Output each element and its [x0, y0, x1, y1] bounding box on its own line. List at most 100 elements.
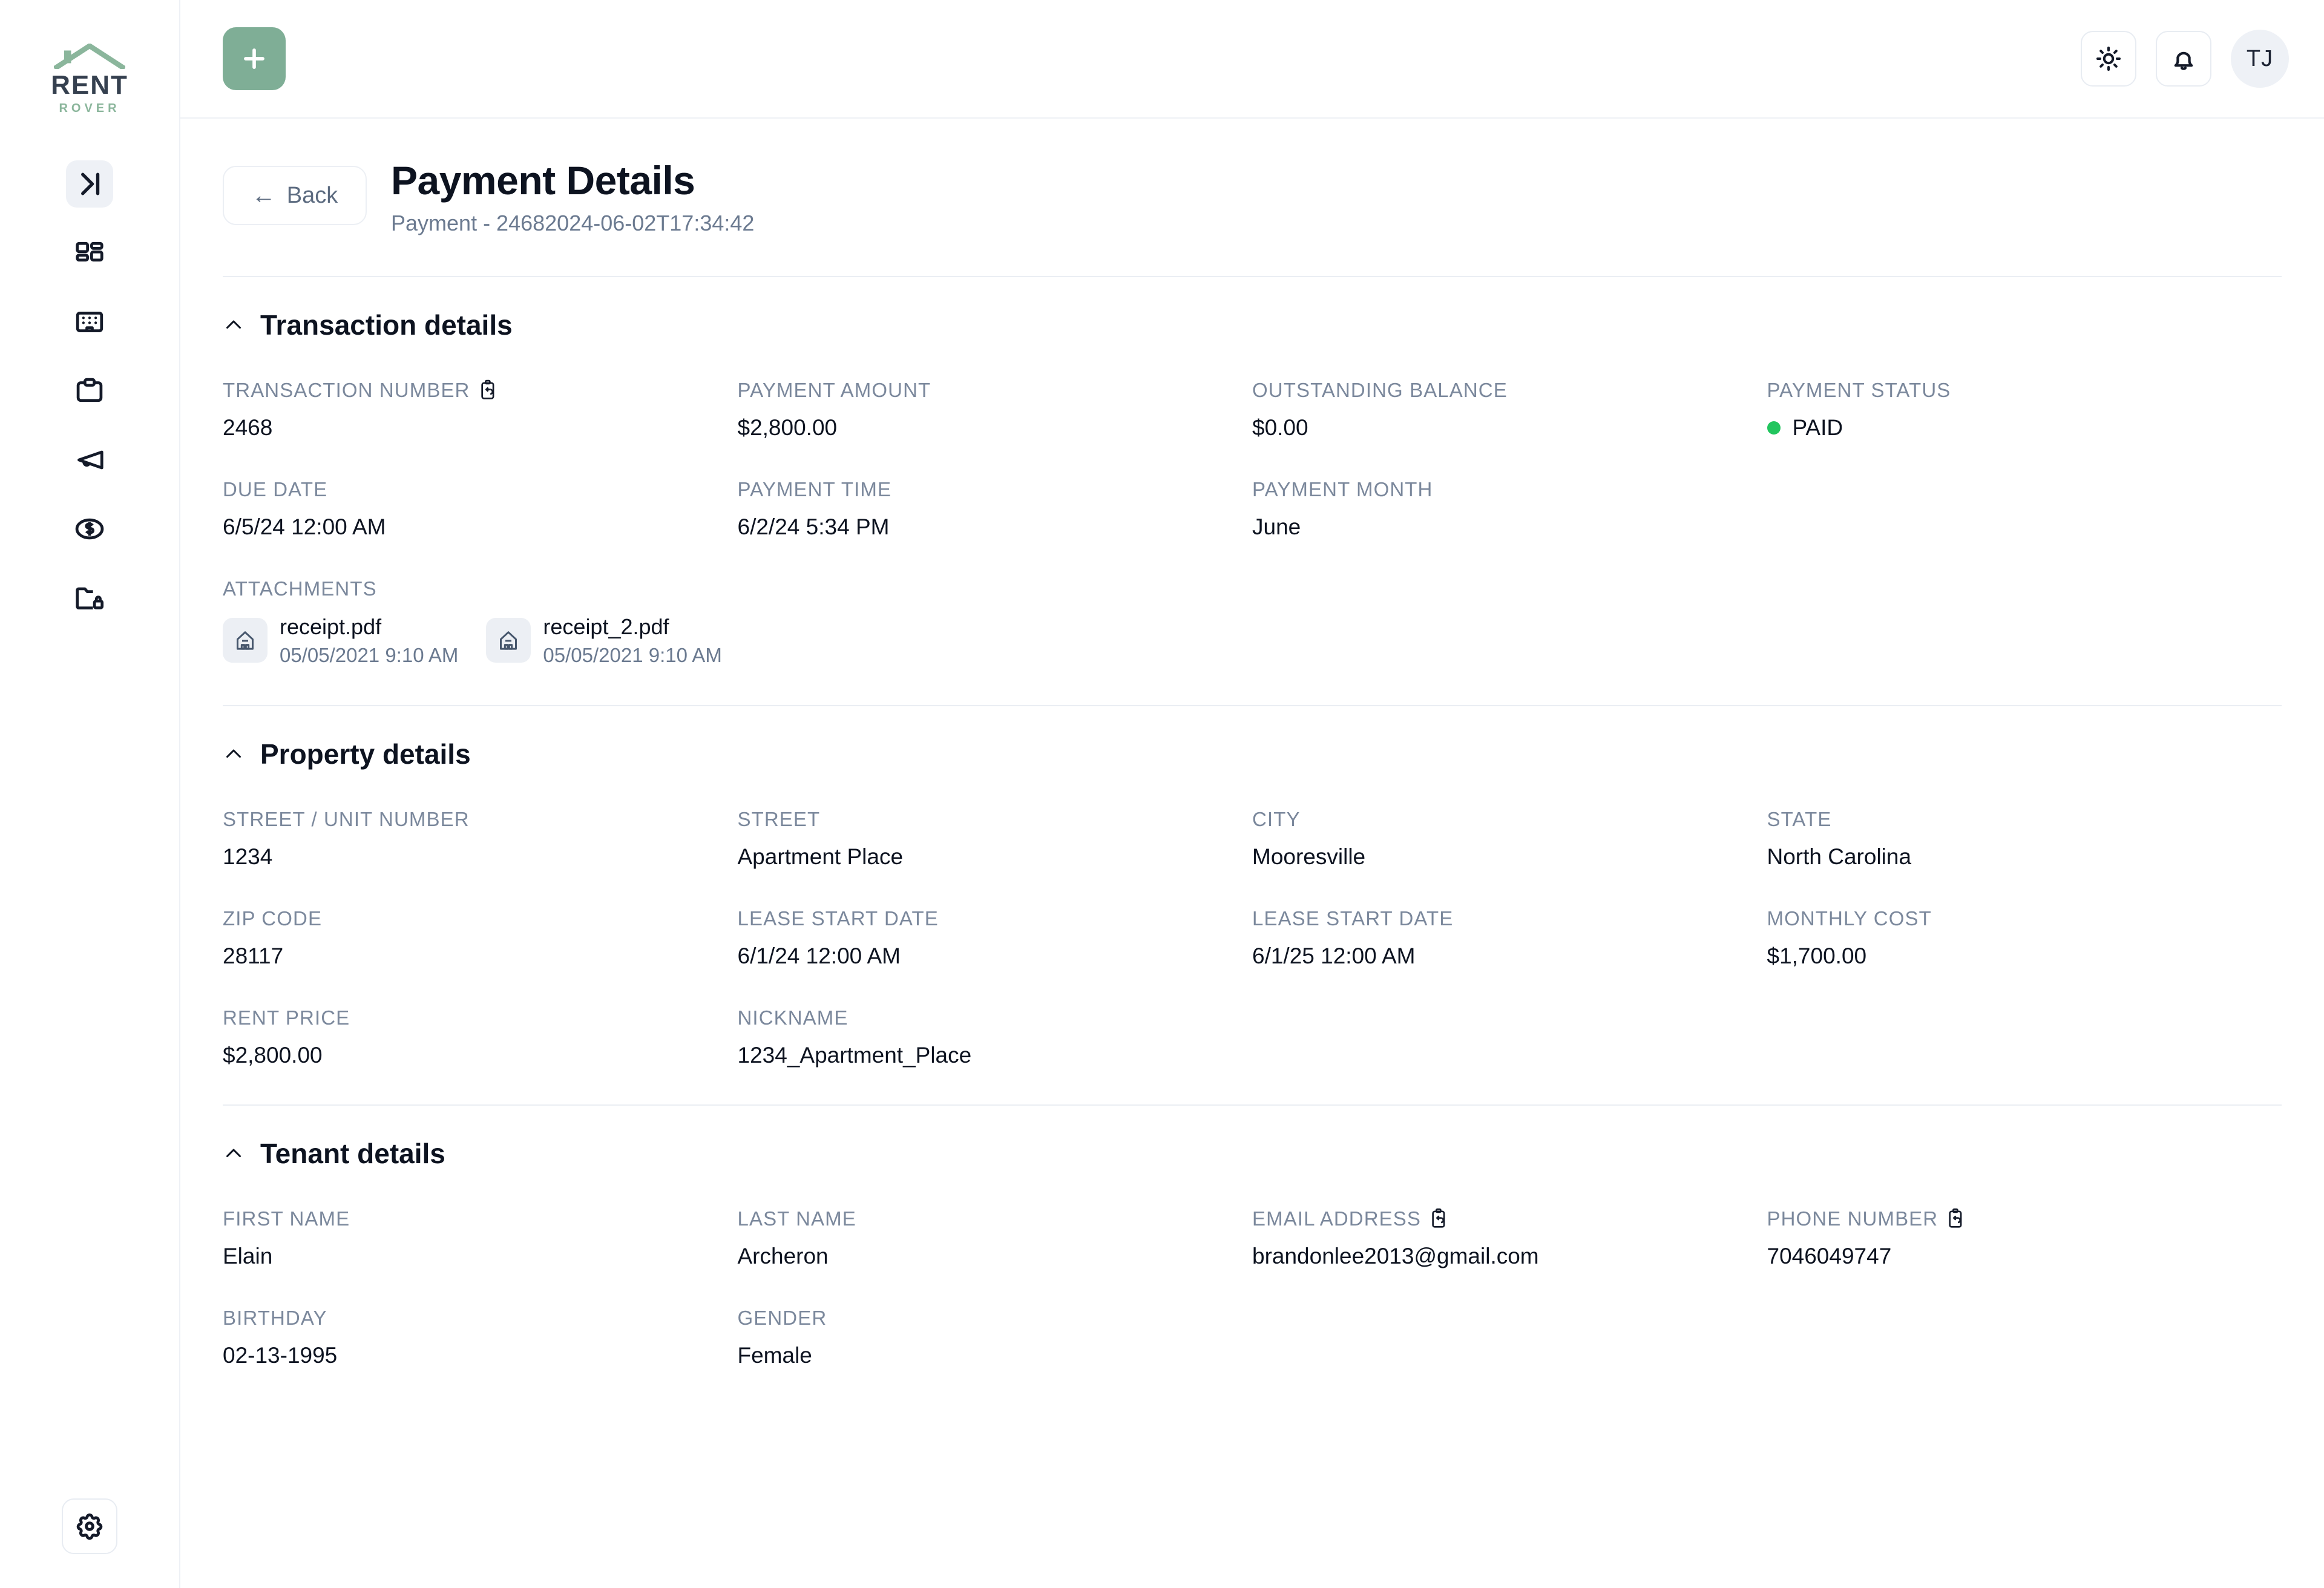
field-email-address: EMAIL ADDRESS brandonlee2013@gmail.com [1252, 1170, 1767, 1269]
field-value: Apartment Place [737, 844, 904, 870]
field-value: 1234 [223, 844, 273, 870]
page-content: ← Back Payment Details Payment - 2468202… [180, 119, 2324, 1588]
field-label-text: PAYMENT STATUS [1767, 378, 1951, 401]
brand-name-primary: RENT [51, 70, 128, 100]
field-label-text: ZIP CODE [223, 907, 323, 930]
page-subtitle: Payment - 24682024-06-02T17:34:42 [391, 210, 755, 235]
field-label-text: CITY [1252, 808, 1301, 831]
section-transaction-header[interactable]: Transaction details [223, 309, 2282, 341]
field-spacer [1767, 969, 2282, 1068]
field-street-unit-number: STREET / UNIT NUMBER 1234 [223, 770, 738, 870]
field-label-text: ATTACHMENTS [223, 577, 377, 600]
field-spacer [1767, 1269, 2282, 1368]
add-button[interactable] [223, 27, 286, 90]
home-file-icon [223, 618, 268, 663]
field-outstanding-balance: OUTSTANDING BALANCE $0.00 [1252, 341, 1767, 441]
topbar: TJ [180, 0, 2324, 119]
field-label: LAST NAME [738, 1207, 1253, 1230]
field-payment-time: PAYMENT TIME 6/2/24 5:34 PM [738, 441, 1253, 540]
field-label-text: BIRTHDAY [223, 1307, 327, 1330]
folder-lock-icon [76, 587, 104, 610]
sidebar-item-tasks[interactable] [66, 367, 113, 415]
topbar-actions: TJ [2081, 30, 2289, 88]
field-label-text: TRANSACTION NUMBER [223, 378, 470, 401]
field-payment-month: PAYMENT MONTH June [1252, 441, 1767, 540]
attachment-item[interactable]: receipt_2.pdf 05/05/2021 9:10 AM [486, 612, 722, 669]
megaphone-icon [77, 450, 103, 470]
attachments-list: receipt.pdf 05/05/2021 9:10 AM receipt_2… [223, 612, 1767, 669]
sun-icon [2096, 47, 2121, 71]
field-label-text: NICKNAME [737, 1006, 849, 1029]
field-value: 1234_Apartment_Place [737, 1043, 972, 1068]
field-label: STREET / UNIT NUMBER [223, 808, 738, 831]
field-label: BIRTHDAY [223, 1307, 738, 1330]
field-payment-status: PAYMENT STATUS PAID [1767, 341, 2282, 441]
page-header: ← Back Payment Details Payment - 2468202… [223, 119, 2282, 236]
field-city: CITY Mooresville [1252, 770, 1767, 870]
status-dot-icon [1767, 421, 1781, 435]
field-value: $0.00 [1252, 415, 1308, 440]
field-label-text: LEASE START DATE [1252, 907, 1454, 930]
field-label: FIRST NAME [223, 1207, 738, 1230]
field-label: DUE DATE [223, 478, 738, 501]
sidebar-item-dashboard[interactable] [66, 229, 113, 277]
field-label-text: GENDER [737, 1307, 827, 1330]
field-label-text: EMAIL ADDRESS [1252, 1207, 1421, 1230]
field-label: EMAIL ADDRESS [1252, 1207, 1767, 1230]
sidebar-item-payments[interactable] [66, 505, 113, 553]
field-label: TRANSACTION NUMBER [223, 379, 738, 402]
sidebar-settings[interactable] [62, 1498, 117, 1554]
field-monthly-cost: MONTHLY COST $1,700.00 [1767, 870, 2282, 969]
sidebar-item-announcements[interactable] [66, 436, 113, 484]
section-property-header[interactable]: Property details [223, 738, 2282, 770]
brand-logo[interactable]: RENT ROVER [51, 44, 128, 116]
attachment-name: receipt_2.pdf [543, 614, 669, 639]
field-label: MONTHLY COST [1767, 907, 2282, 930]
copy-icon[interactable] [479, 379, 499, 402]
field-value: $2,800.00 [737, 415, 838, 440]
theme-toggle-button[interactable] [2081, 31, 2136, 87]
field-value: 28117 [223, 943, 284, 969]
sidebar-item-properties[interactable] [66, 298, 113, 346]
attachments-label: ATTACHMENTS [223, 577, 1767, 600]
sidebar-item-documents[interactable] [66, 574, 113, 622]
page-title-block: Payment Details Payment - 24682024-06-02… [391, 158, 755, 236]
sidebar-toggle-expand[interactable] [66, 160, 113, 208]
field-label-text: PAYMENT AMOUNT [737, 378, 931, 401]
field-label: PAYMENT STATUS [1767, 379, 2282, 402]
field-value: 6/1/24 12:00 AM [737, 943, 901, 969]
field-label: NICKNAME [738, 1006, 1253, 1029]
field-state: STATE North Carolina [1767, 770, 2282, 870]
avatar[interactable]: TJ [2231, 30, 2289, 88]
main-area: TJ ← Back Payment Details Payment - 2468… [180, 0, 2324, 1588]
brand-name-secondary: ROVER [59, 102, 120, 116]
field-value: Mooresville [1252, 844, 1366, 870]
field-label-text: PHONE NUMBER [1767, 1207, 1938, 1230]
back-button[interactable]: ← Back [223, 166, 367, 225]
field-value: $2,800.00 [223, 1043, 323, 1068]
plus-icon [244, 48, 264, 69]
copy-icon[interactable] [1430, 1207, 1450, 1230]
field-label: LEASE START DATE [1252, 907, 1767, 930]
building-icon [76, 312, 103, 333]
sidebar-nav [66, 160, 113, 622]
attachment-item[interactable]: receipt.pdf 05/05/2021 9:10 AM [223, 612, 458, 669]
field-label-text: LEASE START DATE [737, 907, 939, 930]
field-label: PAYMENT TIME [738, 478, 1253, 501]
field-value: Female [737, 1343, 812, 1368]
section-property-details: Property details STREET / UNIT NUMBER 12… [223, 706, 2282, 1106]
section-tenant-header[interactable]: Tenant details [223, 1137, 2282, 1170]
field-gender: GENDER Female [738, 1269, 1253, 1368]
field-last-name: LAST NAME Archeron [738, 1170, 1253, 1269]
field-zip-code: ZIP CODE 28117 [223, 870, 738, 969]
gear-icon [76, 1513, 103, 1540]
clipboard-icon [76, 378, 103, 402]
field-label: PHONE NUMBER [1767, 1207, 2282, 1230]
section-property-title: Property details [260, 738, 471, 770]
field-phone-number: PHONE NUMBER 7046049747 [1767, 1170, 2282, 1269]
field-value: Elain [223, 1244, 273, 1269]
notifications-button[interactable] [2156, 31, 2211, 87]
field-label: PAYMENT AMOUNT [738, 379, 1253, 402]
copy-icon[interactable] [1946, 1207, 1967, 1230]
field-value: 02-13-1995 [223, 1343, 338, 1368]
